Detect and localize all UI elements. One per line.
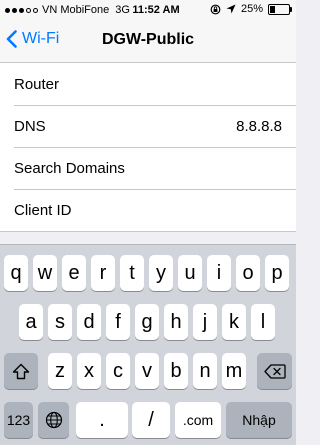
- key-k[interactable]: k: [222, 304, 246, 340]
- key-m[interactable]: m: [222, 353, 246, 389]
- key-j[interactable]: j: [193, 304, 217, 340]
- key-a[interactable]: a: [19, 304, 43, 340]
- status-right: 25%: [210, 3, 292, 15]
- shift-arrow-icon: [12, 363, 30, 379]
- key-q[interactable]: q: [4, 255, 28, 291]
- key-y[interactable]: y: [149, 255, 173, 291]
- key-u[interactable]: u: [178, 255, 202, 291]
- return-key[interactable]: Nhập: [226, 402, 292, 438]
- keyboard: q w e r t y u i o p a s d f g h j k l z …: [0, 244, 296, 445]
- key-t[interactable]: t: [120, 255, 144, 291]
- backspace-icon: [263, 363, 286, 379]
- key-z[interactable]: z: [48, 353, 72, 389]
- status-left: VN MobiFone 3G: [5, 4, 130, 16]
- signal-strength-icon: [5, 7, 38, 13]
- key-b[interactable]: b: [164, 353, 188, 389]
- key-i[interactable]: i: [207, 255, 231, 291]
- dotcom-key[interactable]: .com: [175, 402, 221, 438]
- dns-value: 8.8.8.8: [236, 117, 282, 135]
- router-row[interactable]: Router: [0, 63, 296, 105]
- navigation-bar: Wi-Fi DGW-Public: [0, 20, 296, 63]
- list-divider: [0, 231, 296, 232]
- battery-icon: [268, 3, 292, 15]
- key-h[interactable]: h: [164, 304, 188, 340]
- key-x[interactable]: x: [77, 353, 101, 389]
- key-l[interactable]: l: [251, 304, 275, 340]
- key-g[interactable]: g: [135, 304, 159, 340]
- row-label: DNS: [14, 117, 46, 135]
- key-e[interactable]: e: [62, 255, 86, 291]
- key-n[interactable]: n: [193, 353, 217, 389]
- client-id-row[interactable]: Client ID: [0, 189, 296, 231]
- row-label: Client ID: [14, 201, 72, 219]
- settings-list: Router DNS 8.8.8.8 Search Domains Client…: [0, 63, 296, 231]
- key-f[interactable]: f: [106, 304, 130, 340]
- key-o[interactable]: o: [236, 255, 260, 291]
- slash-key[interactable]: /: [132, 402, 170, 438]
- key-d[interactable]: d: [77, 304, 101, 340]
- key-p[interactable]: p: [265, 255, 289, 291]
- key-w[interactable]: w: [33, 255, 57, 291]
- location-arrow-icon: [226, 4, 236, 14]
- battery-percent: 25%: [240, 3, 263, 15]
- row-label: Router: [14, 75, 60, 93]
- period-key[interactable]: .: [76, 402, 128, 438]
- numbers-key[interactable]: 123: [4, 402, 33, 438]
- carrier-name: VN MobiFone: [42, 4, 110, 16]
- rotation-lock-icon: [210, 4, 221, 14]
- globe-key[interactable]: [38, 402, 69, 438]
- globe-icon: [45, 411, 62, 429]
- dns-row[interactable]: DNS 8.8.8.8: [0, 105, 296, 147]
- status-bar: VN MobiFone 3G 11:52 AM 25%: [0, 0, 296, 20]
- page-title: DGW-Public: [101, 31, 195, 48]
- key-c[interactable]: c: [106, 353, 130, 389]
- key-s[interactable]: s: [48, 304, 72, 340]
- key-v[interactable]: v: [135, 353, 159, 389]
- delete-key[interactable]: [257, 353, 292, 389]
- status-time: 11:52 AM: [132, 4, 180, 16]
- network-type: 3G: [115, 4, 130, 16]
- search-domains-row[interactable]: Search Domains: [0, 147, 296, 189]
- row-label: Search Domains: [14, 159, 125, 177]
- shift-key[interactable]: [4, 353, 38, 389]
- key-r[interactable]: r: [91, 255, 115, 291]
